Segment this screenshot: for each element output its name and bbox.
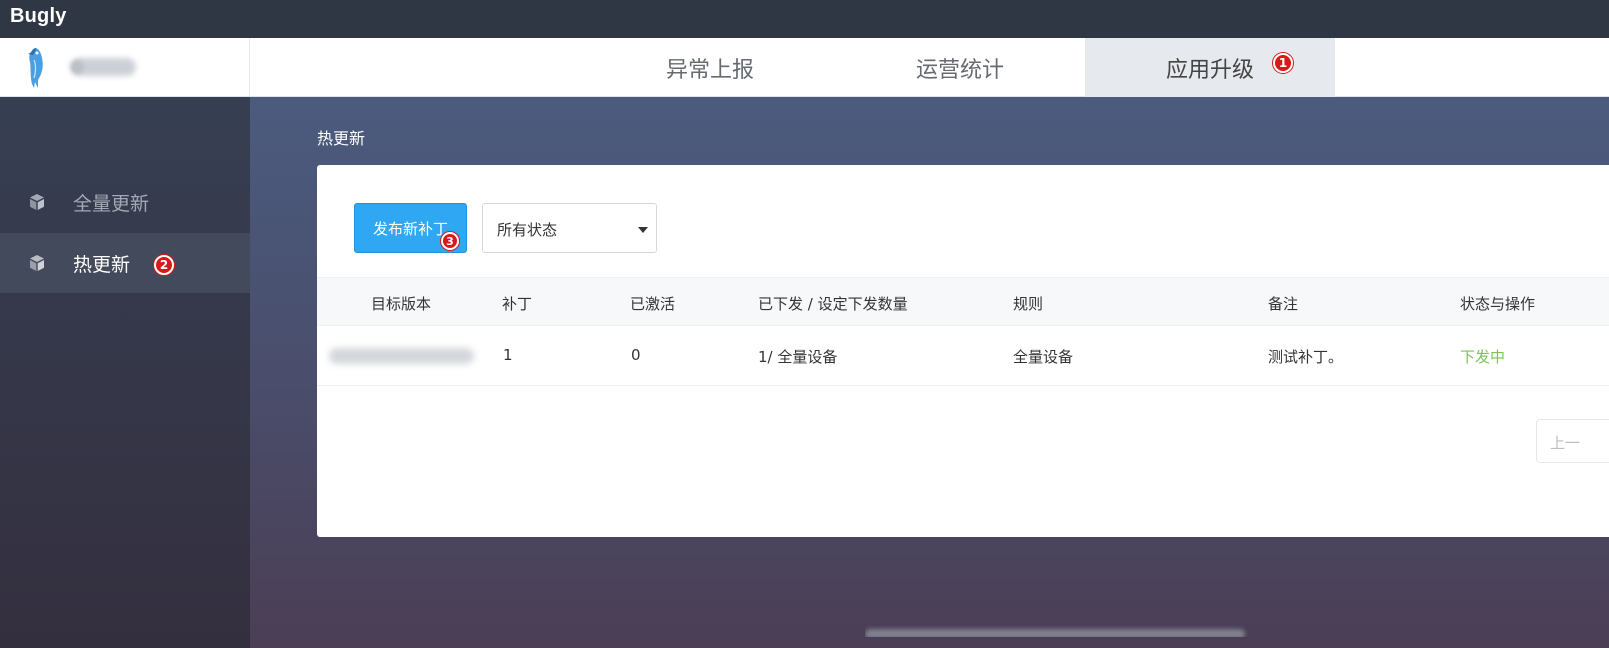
top-navigation: 异常上报 运营统计 应用升级 1	[0, 38, 1609, 97]
cell-note: 测试补丁。	[1268, 348, 1344, 366]
publish-patch-button[interactable]: 发布新补丁 3	[354, 203, 467, 253]
cube-icon	[30, 194, 44, 210]
app-name-blurred	[70, 58, 136, 76]
button-label: 发布新补丁	[372, 219, 448, 238]
column-header-note: 备注	[1268, 295, 1299, 313]
cell-rule: 全量设备	[1013, 348, 1074, 366]
sidebar-item-label: 全量更新	[73, 192, 150, 215]
footer-copyright-blurred	[865, 623, 1265, 637]
column-header-dispatched: 已下发 / 设定下发数量	[758, 295, 908, 313]
cell-dispatched: 1/ 全量设备	[758, 348, 838, 366]
status-filter-select[interactable]: 所有状态	[482, 203, 657, 253]
app-selector[interactable]	[0, 38, 250, 97]
column-header-patch: 补丁	[502, 295, 533, 313]
sidebar: 全量更新 热更新 2	[0, 97, 250, 648]
tab-exception-report[interactable]: 异常上报	[620, 38, 800, 97]
bugly-bird-icon	[28, 48, 43, 88]
tab-operation-stats[interactable]: 运营统计	[870, 38, 1050, 97]
cell-patch: 1	[503, 346, 513, 364]
column-header-target-version: 目标版本	[371, 295, 432, 313]
page-title: 热更新	[317, 129, 366, 148]
target-version-blurred	[329, 348, 474, 364]
brand-logo-text[interactable]: Bugly	[10, 5, 67, 28]
sidebar-item-full-update[interactable]: 全量更新	[0, 172, 250, 232]
table-row: 1 0 1/ 全量设备 全量设备 测试补丁。 下发中	[317, 326, 1609, 386]
cell-activated: 0	[631, 346, 641, 364]
column-header-rule: 规则	[1013, 295, 1044, 313]
annotation-badge: 1	[1273, 53, 1293, 73]
pagination-prev-button[interactable]: 上一	[1536, 419, 1609, 463]
cell-status-link[interactable]: 下发中	[1460, 346, 1505, 367]
title-bar: Bugly	[0, 0, 1609, 38]
annotation-badge: 2	[154, 255, 174, 275]
select-value: 所有状态	[497, 221, 558, 239]
tab-label: 应用升级	[1165, 57, 1254, 83]
tab-app-upgrade[interactable]: 应用升级 1	[1085, 38, 1335, 97]
table-header: 目标版本 补丁 已激活 已下发 / 设定下发数量 规则 备注 状态与操作	[317, 277, 1609, 326]
column-header-status-actions: 状态与操作	[1460, 295, 1536, 313]
sidebar-item-hot-update[interactable]: 热更新 2	[0, 233, 250, 293]
caret-down-icon	[638, 227, 648, 233]
footer-text-blurred	[865, 629, 1245, 637]
tab-label: 异常上报	[665, 57, 754, 83]
column-header-activated: 已激活	[630, 295, 676, 313]
pager-label: 上一	[1550, 434, 1581, 452]
sidebar-item-label: 热更新	[73, 253, 131, 276]
cube-icon	[30, 255, 44, 271]
tab-label: 运营统计	[915, 57, 1004, 83]
patch-card: 发布新补丁 3 所有状态 目标版本 补丁 已激活 已下发 / 设定下发数量 规则…	[317, 165, 1609, 537]
main-content: 热更新 发布新补丁 3 所有状态 目标版本 补丁 已激活 已下发 / 设定下发数…	[250, 97, 1609, 648]
annotation-badge: 3	[441, 232, 459, 250]
